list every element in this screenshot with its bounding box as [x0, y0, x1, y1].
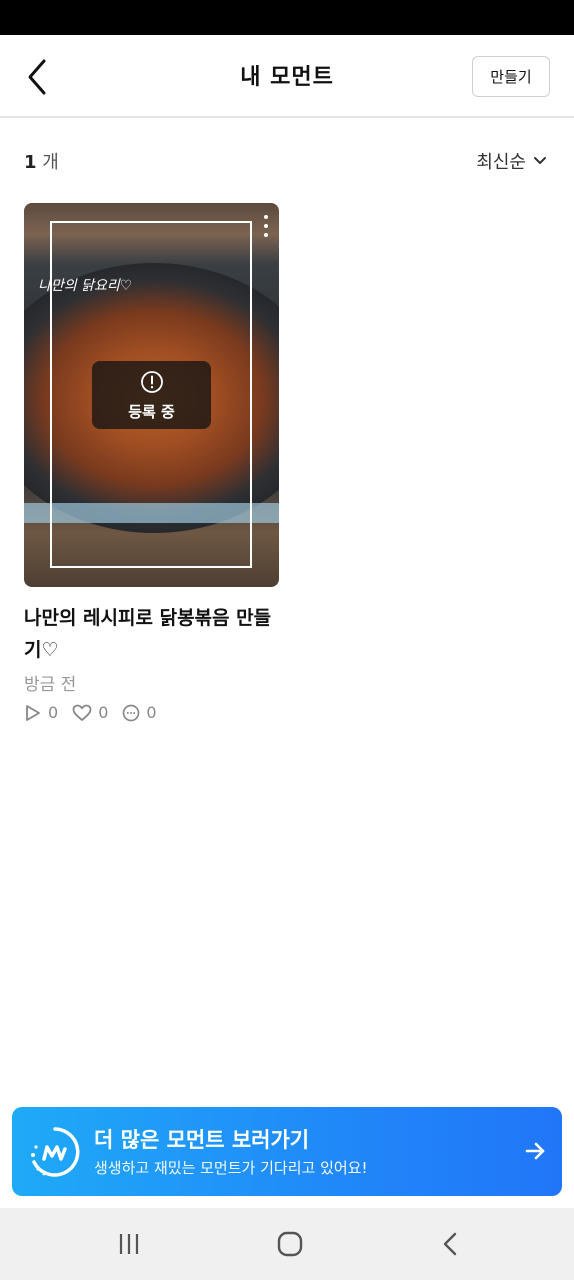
count-number: 1: [24, 152, 37, 173]
alert-circle-icon: [141, 371, 163, 393]
status-label: 등록 중: [128, 403, 175, 421]
moment-title[interactable]: 나만의 레시피로 닭봉볶음 만들기♡: [24, 602, 274, 666]
create-button[interactable]: 만들기: [472, 56, 550, 97]
like-count: 0: [72, 703, 108, 722]
sort-dropdown[interactable]: 최신순: [476, 148, 548, 174]
home-icon: [277, 1231, 303, 1257]
app-header: 내 모먼트 만들기: [0, 35, 574, 118]
play-count: 0: [24, 703, 58, 722]
back-arrow-icon: [443, 1232, 457, 1256]
banner-title: 더 많은 모먼트 보러가기: [94, 1128, 310, 1152]
play-icon: [26, 704, 40, 721]
registering-overlay: 등록 중: [92, 361, 211, 429]
comment-icon: [123, 704, 140, 721]
system-nav-bar: [0, 1208, 574, 1280]
chevron-down-icon: [534, 157, 546, 164]
moment-time: 방금 전: [24, 675, 77, 695]
moment-count: 1 개: [24, 148, 59, 174]
recent-apps-icon: [119, 1234, 139, 1254]
system-back-button[interactable]: [431, 1228, 471, 1260]
more-moments-banner[interactable]: 더 많은 모먼트 보러가기 생생하고 재밌는 모먼트가 기다리고 있어요!: [12, 1107, 562, 1196]
more-options-icon[interactable]: [259, 215, 273, 237]
banner-subtitle: 생생하고 재밌는 모먼트가 기다리고 있어요!: [94, 1159, 368, 1177]
comment-count: 0: [122, 703, 157, 722]
home-button[interactable]: [270, 1228, 310, 1260]
moment-logo-icon: [31, 1127, 80, 1177]
count-unit: 개: [42, 152, 59, 173]
moment-stats: 0 0 0: [24, 703, 171, 722]
status-bar: [0, 0, 574, 35]
heart-icon: [72, 704, 92, 721]
recent-apps-button[interactable]: [109, 1228, 149, 1260]
sort-label: 최신순: [476, 152, 526, 173]
moment-card[interactable]: 나만의 닭요리♡ 등록 중: [24, 203, 279, 587]
arrow-right-icon: [525, 1142, 545, 1160]
